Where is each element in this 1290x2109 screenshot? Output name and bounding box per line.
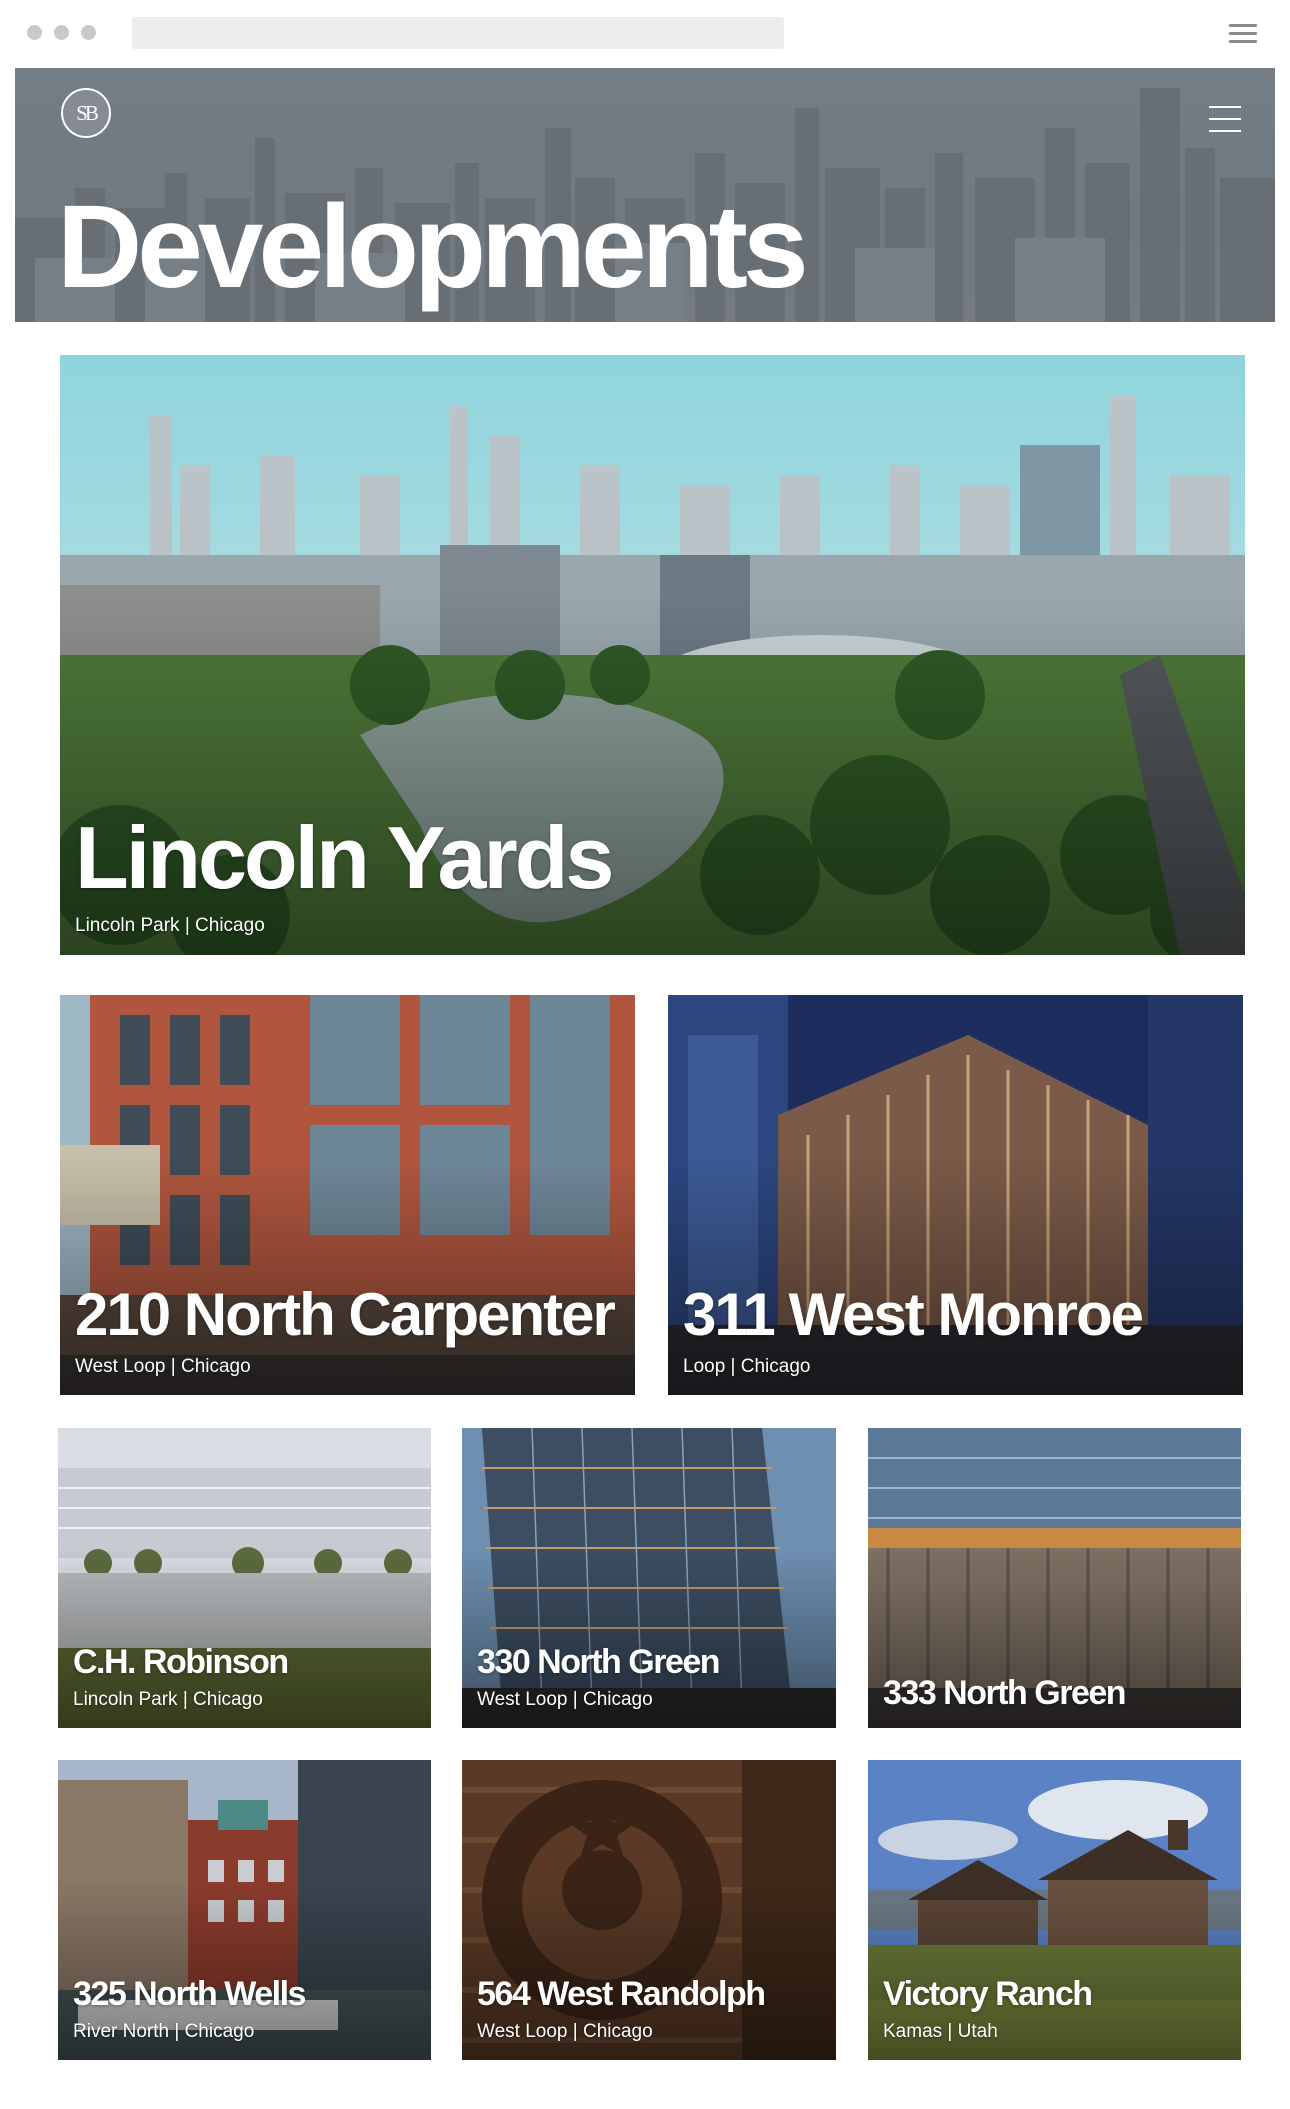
page-title: Developments <box>57 181 809 313</box>
project-location: Loop | Chicago <box>683 1356 811 1377</box>
project-card-210-north-carpenter[interactable]: 210 North Carpenter West Loop | Chicago <box>60 995 635 1395</box>
project-title: 564 West Randolph <box>477 1975 766 2013</box>
sb-logo[interactable]: SB <box>61 88 111 138</box>
project-card-lincoln-yards[interactable]: Lincoln Yards Lincoln Park | Chicago <box>60 355 1245 955</box>
window-maximize-dot[interactable] <box>81 25 96 40</box>
project-title: Victory Ranch <box>883 1975 1093 2013</box>
project-title: C.H. Robinson <box>73 1643 289 1681</box>
browser-chrome <box>0 0 1290 68</box>
project-location: River North | Chicago <box>73 2021 255 2042</box>
hamburger-menu-icon[interactable] <box>1209 106 1241 132</box>
window-close-dot[interactable] <box>27 25 42 40</box>
project-title: 333 North Green <box>883 1674 1127 1712</box>
project-title: 330 North Green <box>477 1643 721 1681</box>
project-title: 210 North Carpenter <box>75 1281 616 1348</box>
project-card-ch-robinson[interactable]: C.H. Robinson Lincoln Park | Chicago <box>58 1428 431 1728</box>
project-title: 325 North Wells <box>73 1975 306 2013</box>
project-card-311-west-monroe[interactable]: 311 West Monroe Loop | Chicago <box>668 995 1243 1395</box>
project-card-333-north-green[interactable]: 333 North Green <box>868 1428 1241 1728</box>
project-location: West Loop | Chicago <box>75 1356 251 1377</box>
logo-text: SB <box>76 101 99 125</box>
menu-icon[interactable] <box>1229 24 1257 44</box>
project-title: Lincoln Yards <box>75 808 614 907</box>
project-card-330-north-green[interactable]: 330 North Green West Loop | Chicago <box>462 1428 836 1728</box>
project-location: Lincoln Park | Chicago <box>75 915 265 936</box>
page-header: SB Developments <box>15 68 1275 322</box>
project-card-325-north-wells[interactable]: 325 North Wells River North | Chicago <box>58 1760 431 2060</box>
project-location: West Loop | Chicago <box>477 2021 653 2042</box>
project-card-victory-ranch[interactable]: Victory Ranch Kamas | Utah <box>868 1760 1241 2060</box>
project-location: Lincoln Park | Chicago <box>73 1689 263 1710</box>
window-minimize-dot[interactable] <box>54 25 69 40</box>
project-card-564-west-randolph[interactable]: 564 West Randolph West Loop | Chicago <box>462 1760 836 2060</box>
project-location: Kamas | Utah <box>883 2021 998 2042</box>
address-bar[interactable] <box>132 17 784 49</box>
project-title: 311 West Monroe <box>683 1281 1144 1348</box>
project-location: West Loop | Chicago <box>477 1689 653 1710</box>
